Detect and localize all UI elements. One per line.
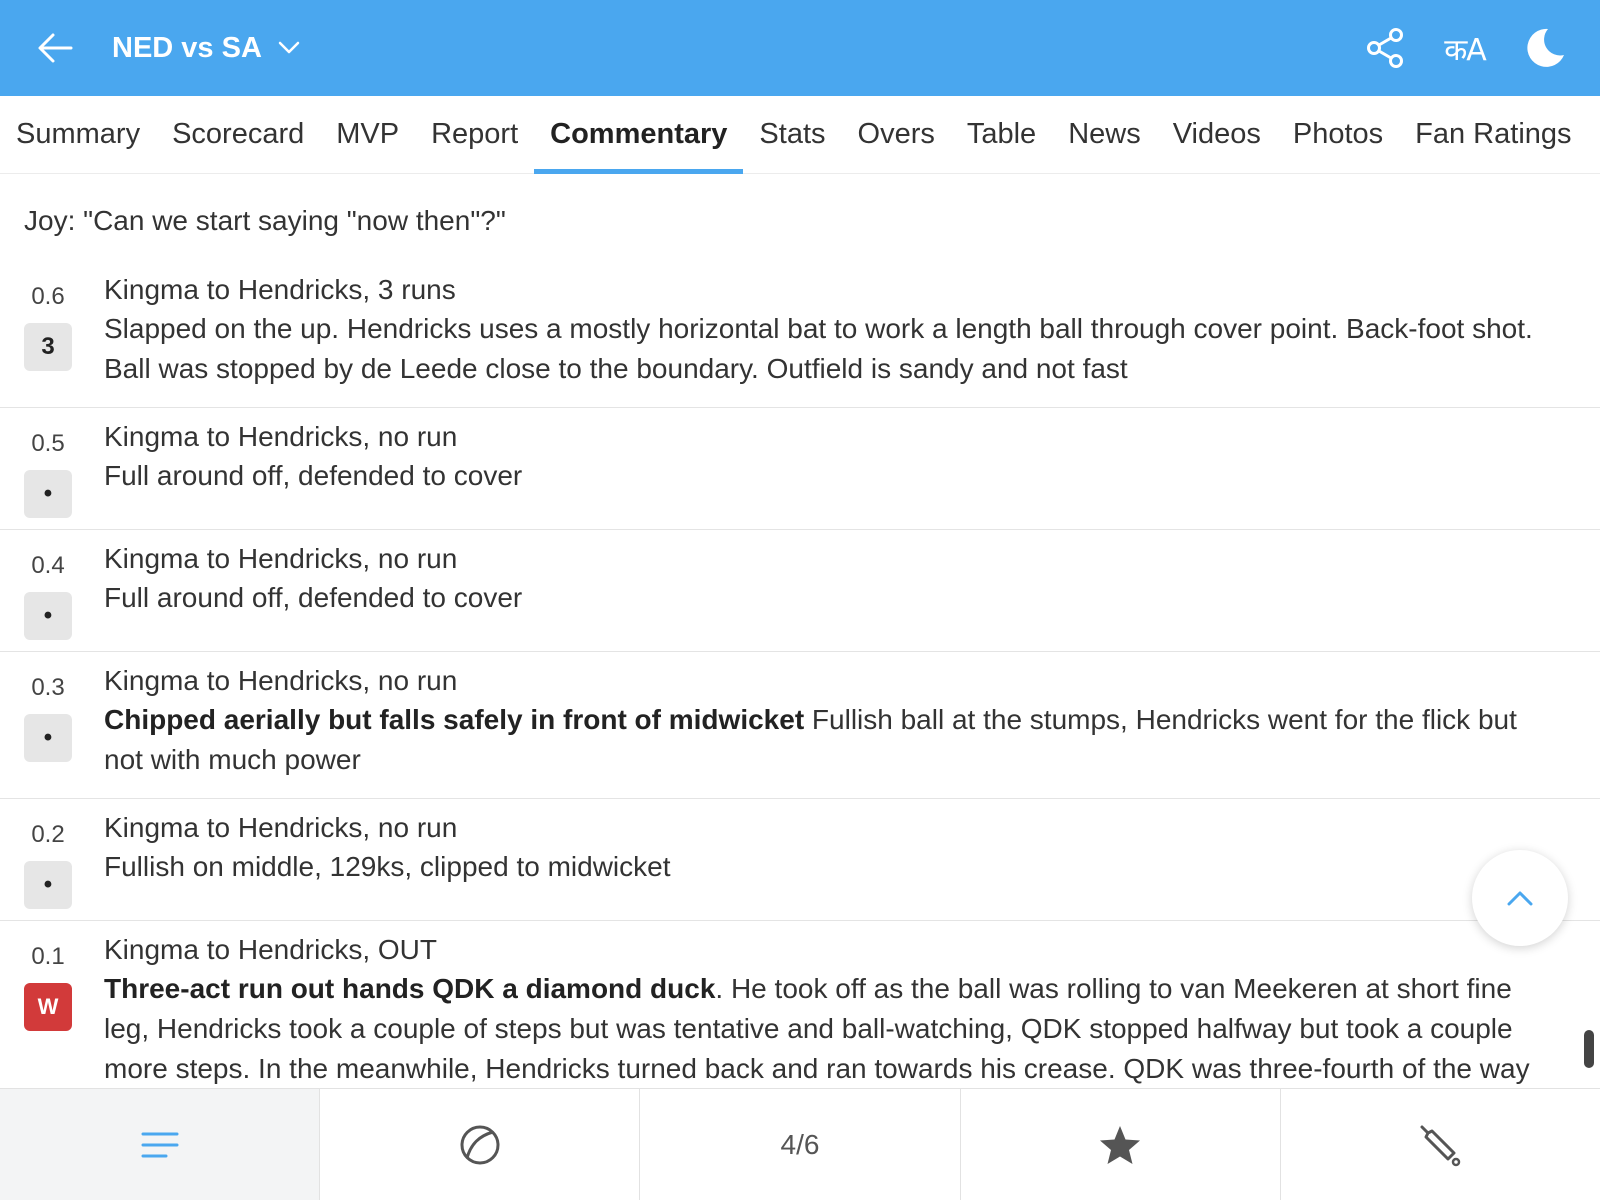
ball-headline: Kingma to Hendricks, no run [104,665,458,696]
match-title: NED vs SA [112,31,262,64]
tab-mvp[interactable]: MVP [320,96,415,174]
commentary-feed[interactable]: Joy: "Can we start saying "now then"?" 0… [0,175,1600,1087]
ball-headline: Kingma to Hendricks, no run [104,421,458,452]
ball-headline: Kingma to Hendricks, no run [104,543,458,574]
tab-report[interactable]: Report [415,96,534,174]
commentary-item: 0.1 W Kingma to Hendricks, OUT Three-act… [0,921,1600,1087]
arrow-left-icon [38,33,73,63]
back-button[interactable] [30,24,80,72]
tab-table[interactable]: Table [951,96,1052,174]
ball-result-badge: 3 [24,323,72,371]
ball-description: Slapped on the up. Hendricks uses a most… [104,309,1560,389]
bottom-nav-batting[interactable] [1280,1089,1600,1200]
match-selector[interactable]: NED vs SA [112,24,300,72]
ball-description: Chipped aerially but falls safely in fro… [104,700,1560,780]
ball-highlight: Chipped aerially but falls safely in fro… [104,704,805,735]
tab-news[interactable]: News [1052,96,1157,174]
cricket-ball-icon [460,1125,500,1164]
commentary-item: 0.4 • Kingma to Hendricks, no run Full a… [0,530,1600,652]
over-number: 0.4 [31,552,65,579]
chevron-down-icon [278,41,300,55]
ball-result-badge: • [24,592,72,640]
language-button[interactable]: कA [1440,24,1490,72]
ball-text: Fullish on middle, 129ks, clipped to mid… [104,851,671,882]
ball-result-badge: • [24,861,72,909]
tab-overs[interactable]: Overs [842,96,951,174]
commentary-item: 0.6 3 Kingma to Hendricks, 3 runs Slappe… [0,261,1600,408]
over-number: 0.6 [31,283,65,310]
tab-scorecard[interactable]: Scorecard [156,96,320,174]
bottom-nav-favourites[interactable] [960,1089,1281,1200]
commentary-item: 0.5 • Kingma to Hendricks, no run Full a… [0,408,1600,530]
ball-result-badge: • [24,714,72,762]
ball-description: Three-act run out hands QDK a diamond du… [104,969,1560,1087]
ball-text: Full around off, defended to cover [104,582,523,613]
bottom-nav-commentary[interactable] [0,1089,321,1200]
ball-description: Full around off, defended to cover [104,456,1560,496]
over-number: 0.1 [31,943,65,970]
cricket-bat-icon [1420,1125,1461,1166]
over-number: 0.2 [31,821,65,848]
scroll-to-top-button[interactable] [1472,850,1568,946]
tab-commentary[interactable]: Commentary [534,96,744,174]
over-number: 0.5 [31,430,65,457]
commentary-intro: Joy: "Can we start saying "now then"?" [24,205,506,236]
commentary-item: 0.3 • Kingma to Hendricks, no run Chippe… [0,652,1600,799]
ball-result-badge: • [24,470,72,518]
tab-videos[interactable]: Videos [1157,96,1277,174]
chevron-up-icon [1507,891,1533,906]
ball-highlight: Three-act run out hands QDK a diamond du… [104,973,716,1004]
ball-headline: Kingma to Hendricks, 3 runs [104,274,456,305]
bottom-nav-page-indicator[interactable]: 4/6 [640,1089,961,1200]
language-icon: कA [1444,32,1487,68]
tab-fan-ratings[interactable]: Fan Ratings [1399,96,1587,174]
page-counter: 4/6 [780,1128,820,1160]
tab-photos[interactable]: Photos [1277,96,1399,174]
list-icon [141,1132,179,1157]
ball-text: Slapped on the up. Hendricks uses a most… [104,313,1533,384]
share-button[interactable] [1360,24,1410,72]
wicket-badge: W [24,983,72,1031]
bottom-navigation: 4/6 [0,1088,1600,1200]
ball-text: Full around off, defended to cover [104,460,523,491]
tab-summary[interactable]: Summary [0,96,156,174]
theme-toggle-button[interactable] [1520,24,1570,72]
ball-headline: Kingma to Hendricks, OUT [104,934,437,965]
moon-icon [1527,28,1564,67]
ball-description: Fullish on middle, 129ks, clipped to mid… [104,847,1560,887]
over-number: 0.3 [31,674,65,701]
scrollbar-thumb[interactable] [1584,1030,1594,1068]
commentary-item: 0.2 • Kingma to Hendricks, no run Fullis… [0,799,1600,921]
ball-description: Full around off, defended to cover [104,578,1560,618]
star-icon [1100,1125,1141,1164]
bottom-nav-ball[interactable] [320,1089,641,1200]
ball-headline: Kingma to Hendricks, no run [104,812,458,843]
share-icon [1367,28,1403,68]
tab-stats[interactable]: Stats [743,96,841,174]
app-header: NED vs SA कA [0,0,1600,96]
tab-bar: Summary Scorecard MVP Report Commentary … [0,96,1600,174]
